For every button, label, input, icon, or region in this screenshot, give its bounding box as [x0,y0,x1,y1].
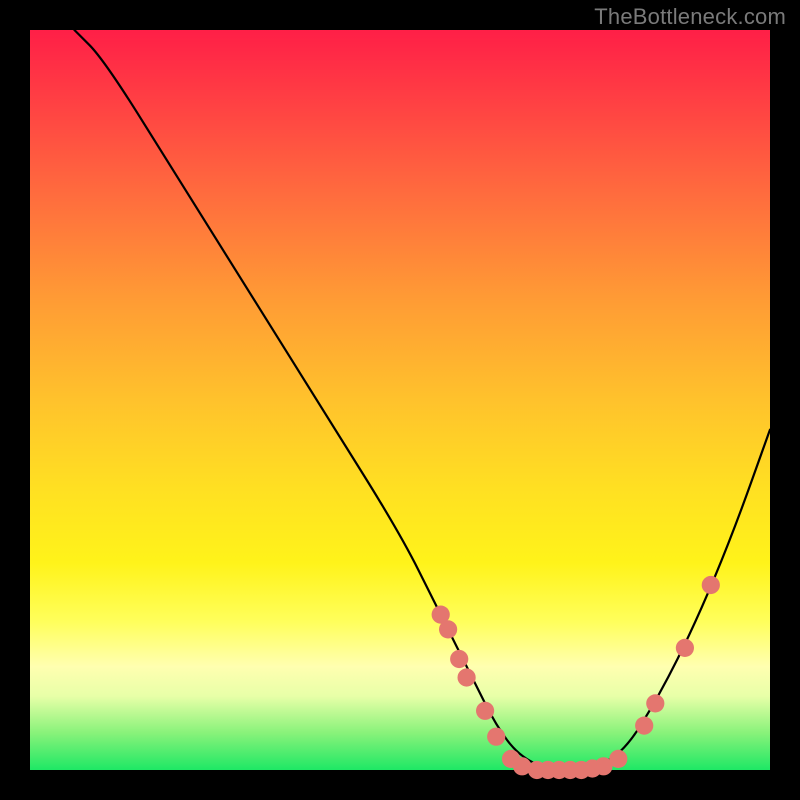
watermark-text: TheBottleneck.com [594,4,786,30]
marker-dot [450,650,468,668]
marker-dot [635,717,653,735]
marker-dot [702,576,720,594]
marker-dot [476,702,494,720]
marker-dot [487,728,505,746]
curve-markers [432,576,720,779]
marker-dot [439,620,457,638]
marker-dot [646,694,664,712]
curve-line [74,30,770,770]
chart-plot-area [30,30,770,770]
chart-frame: TheBottleneck.com [0,0,800,800]
curve-svg [30,30,770,770]
marker-dot [676,639,694,657]
marker-dot [458,668,476,686]
marker-dot [609,750,627,768]
